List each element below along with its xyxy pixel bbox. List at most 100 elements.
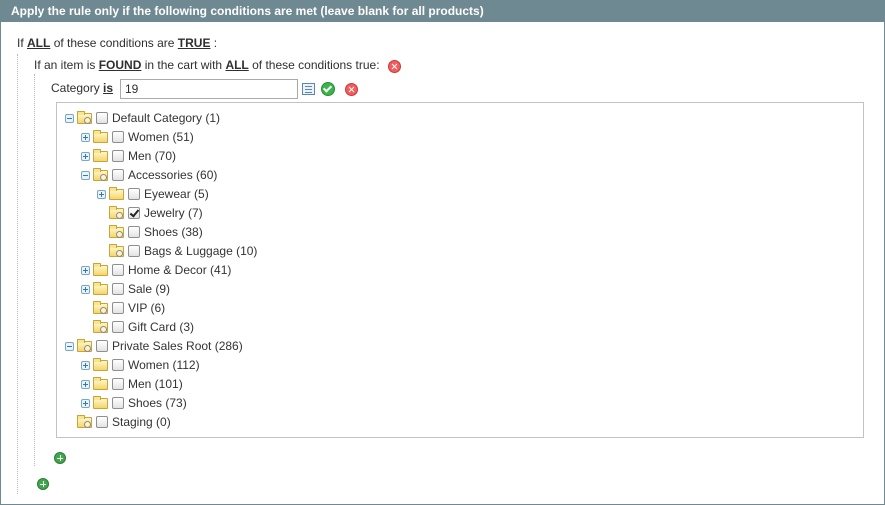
folder-icon [93, 301, 108, 314]
folder-icon [93, 168, 108, 181]
tree-node[interactable]: Accessories (60) [57, 166, 863, 185]
category-tree: Default Category (1) Women (51) Men (70) Ac… [56, 102, 864, 438]
expand-icon[interactable] [97, 190, 106, 199]
tree-node-label: Women (51) [128, 130, 194, 144]
tree-node-checkbox[interactable] [112, 397, 124, 409]
tree-node-checkbox[interactable] [96, 112, 108, 124]
root-value-select[interactable]: TRUE [178, 36, 211, 50]
folder-icon [109, 206, 124, 219]
remove-icon[interactable] [345, 83, 358, 96]
tree-node-checkbox[interactable] [128, 188, 140, 200]
tree-node-label: Women (112) [128, 358, 200, 372]
collapse-icon[interactable] [65, 342, 74, 351]
tree-node-label: Home & Decor (41) [128, 263, 232, 277]
collapse-icon[interactable] [81, 171, 90, 180]
folder-icon [93, 377, 108, 390]
folder-icon [109, 187, 124, 200]
tree-node-checkbox[interactable] [128, 226, 140, 238]
tree-node-checkbox[interactable] [128, 245, 140, 257]
tree-node[interactable]: Shoes (73) [57, 394, 863, 413]
tree-node-checkbox[interactable] [96, 416, 108, 428]
expand-icon[interactable] [81, 380, 90, 389]
folder-icon [93, 396, 108, 409]
folder-icon [93, 320, 108, 333]
root-prefix: If [17, 36, 24, 50]
remove-icon[interactable] [388, 60, 401, 73]
expand-icon[interactable] [81, 285, 90, 294]
tree-node-label: Accessories (60) [128, 168, 218, 182]
tree-node-checkbox[interactable] [112, 378, 124, 390]
tree-node-label: Default Category (1) [112, 111, 221, 125]
folder-icon [109, 225, 124, 238]
apply-icon[interactable] [321, 82, 335, 96]
tree-node[interactable]: Jewelry (7) [57, 204, 863, 223]
tree-node-label: Bags & Luggage (10) [144, 244, 258, 258]
category-operator-select[interactable]: is [103, 81, 113, 95]
tree-node-checkbox[interactable] [112, 359, 124, 371]
root-condition-line: If ALL of these conditions are TRUE : [17, 36, 217, 50]
tree-node[interactable]: Sale (9) [57, 280, 863, 299]
folder-icon [109, 244, 124, 257]
tree-node-label: Men (101) [128, 377, 183, 391]
folder-icon [93, 130, 108, 143]
tree-node[interactable]: Bags & Luggage (10) [57, 242, 863, 261]
tree-guide-root [17, 54, 18, 494]
category-attribute: Category [51, 81, 100, 95]
found-middle: in the cart with [144, 58, 223, 72]
tree-node-label: VIP (6) [128, 301, 166, 315]
tree-node[interactable]: VIP (6) [57, 299, 863, 318]
tree-node[interactable]: Women (112) [57, 356, 863, 375]
tree-node-label: Sale (9) [128, 282, 171, 296]
tree-node[interactable]: Default Category (1) [57, 109, 863, 128]
tree-node-checkbox[interactable] [112, 150, 124, 162]
folder-icon [77, 111, 92, 124]
folder-icon [93, 149, 108, 162]
tree-node-checkbox[interactable] [112, 169, 124, 181]
found-suffix: of these conditions true: [252, 58, 380, 72]
tree-node[interactable]: Women (51) [57, 128, 863, 147]
tree-node[interactable]: Staging (0) [57, 413, 863, 432]
expand-icon[interactable] [81, 133, 90, 142]
tree-node-checkbox[interactable] [112, 302, 124, 314]
tree-node[interactable]: Eyewear (5) [57, 185, 863, 204]
root-middle: of these conditions are [53, 36, 175, 50]
tree-node-label: Shoes (73) [128, 396, 187, 410]
expand-icon[interactable] [81, 361, 90, 370]
expand-icon[interactable] [81, 266, 90, 275]
tree-guide-product [34, 74, 35, 466]
found-aggregator-select[interactable]: ALL [225, 58, 248, 72]
tree-node[interactable]: Shoes (38) [57, 223, 863, 242]
expand-icon[interactable] [81, 399, 90, 408]
folder-icon [77, 339, 92, 352]
tree-node[interactable]: Home & Decor (41) [57, 261, 863, 280]
tree-node-checkbox[interactable] [112, 131, 124, 143]
add-icon[interactable] [54, 452, 66, 464]
tree-node[interactable]: Gift Card (3) [57, 318, 863, 337]
expand-icon[interactable] [81, 152, 90, 161]
folder-icon [93, 358, 108, 371]
tree-node-checkbox[interactable] [112, 264, 124, 276]
add-icon[interactable] [37, 478, 49, 490]
tree-node-label: Eyewear (5) [144, 187, 209, 201]
collapse-icon[interactable] [65, 114, 74, 123]
tree-node-checkbox[interactable] [128, 207, 140, 219]
tree-node-checkbox[interactable] [112, 283, 124, 295]
conditions-panel: Apply the rule only if the following con… [0, 0, 885, 505]
category-value-input[interactable]: 19 [120, 79, 298, 99]
tree-node-label: Private Sales Root (286) [112, 339, 243, 353]
tree-node[interactable]: Men (101) [57, 375, 863, 394]
tree-node[interactable]: Men (70) [57, 147, 863, 166]
tree-node-checkbox[interactable] [112, 321, 124, 333]
found-prefix: If an item is [34, 58, 96, 72]
folder-icon [77, 415, 92, 428]
panel-title: Apply the rule only if the following con… [1, 1, 884, 22]
tree-node-checkbox[interactable] [96, 340, 108, 352]
tree-node-label: Jewelry (7) [144, 206, 203, 220]
tree-node[interactable]: Private Sales Root (286) [57, 337, 863, 356]
found-select[interactable]: FOUND [99, 58, 142, 72]
folder-icon [93, 263, 108, 276]
root-aggregator-select[interactable]: ALL [27, 36, 50, 50]
chooser-icon[interactable] [302, 83, 315, 95]
tree-node-label: Men (70) [128, 149, 177, 163]
tree-node-label: Staging (0) [112, 415, 171, 429]
